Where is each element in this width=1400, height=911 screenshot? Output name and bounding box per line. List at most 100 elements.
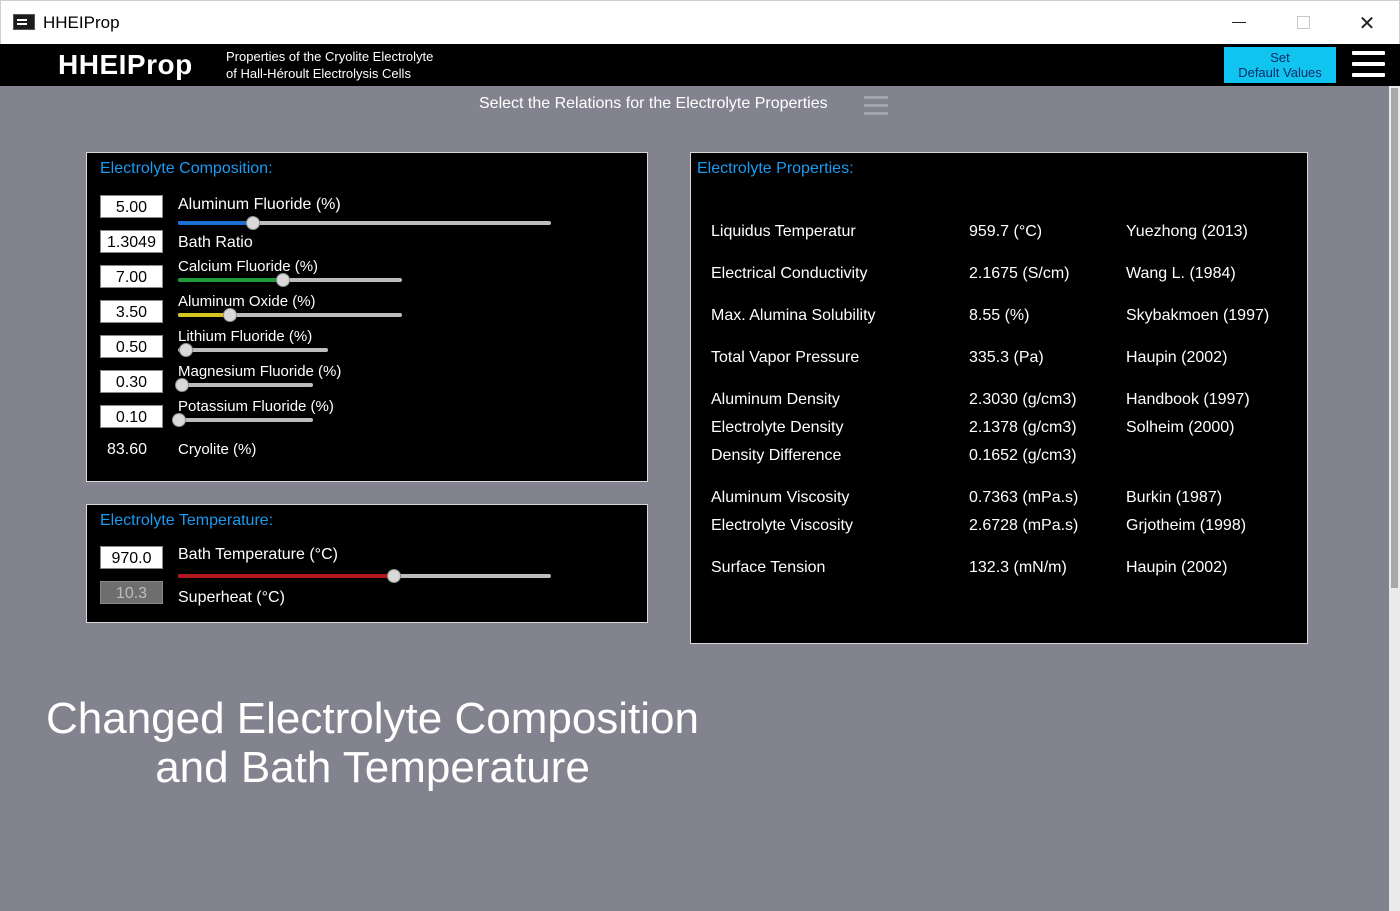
property-name: Surface Tension: [711, 559, 826, 576]
property-row: Aluminum Viscosity 0.7363 (mPa.s) Burkin (…: [711, 489, 1301, 511]
property-row: Liquidus Temperatur 959.7 (°C) Yuezhong (2…: [711, 223, 1301, 245]
property-ref: Grjotheim (1998): [1126, 517, 1247, 534]
window-title: HHEIProp: [43, 13, 120, 32]
temperature-title: Electrolyte Temperature:: [100, 512, 274, 529]
property-ref: Wang L. (1984): [1126, 265, 1236, 282]
cryolite-label: Cryolite (%): [178, 441, 257, 458]
cryolite-value: 83.60: [107, 441, 148, 458]
menu-line: [864, 104, 888, 107]
composition-title: Electrolyte Composition:: [100, 160, 273, 177]
property-name: Electrolyte Density: [711, 419, 844, 436]
property-ref: Yuezhong (2013): [1126, 223, 1248, 240]
temperature-panel: Electrolyte Temperature: 970.0 Bath Temp…: [86, 504, 648, 623]
property-value: 2.1675 (S/cm): [969, 265, 1070, 282]
property-row: Electrolyte Viscosity 2.6728 (mPa.s) Grjot…: [711, 517, 1301, 539]
mgf2-slider[interactable]: [175, 378, 313, 392]
close-icon: ✕: [1358, 10, 1376, 35]
bath-temperature-label: Bath Temperature (°C): [178, 546, 338, 563]
property-ref: Haupin (2002): [1126, 559, 1228, 576]
relations-menu-icon: [864, 96, 888, 99]
main-content: Select the Relations for the Electrolyte…: [0, 86, 1389, 911]
property-row: Density Difference 0.1652 (g/cm3): [711, 447, 1301, 469]
al2o3-input[interactable]: 3.50: [100, 300, 163, 323]
property-name: Density Difference: [711, 447, 842, 464]
property-name: Aluminum Viscosity: [711, 489, 850, 506]
menu-line: [864, 112, 888, 115]
app-name: HHEIProp: [58, 49, 193, 80]
composition-panel: Electrolyte Composition: 5.00 Aluminum F…: [86, 152, 648, 482]
bath-temperature-input[interactable]: 970.0: [100, 546, 163, 569]
mgf2-input[interactable]: 0.30: [100, 370, 163, 393]
property-row: Electrolyte Density 2.1378 (g/cm3) Solheim…: [711, 419, 1301, 441]
property-value: 2.1378 (g/cm3): [969, 419, 1077, 436]
property-name: Max. Alumina Solubility: [711, 307, 876, 324]
alf3-input[interactable]: 5.00: [100, 195, 163, 218]
set-default-values-button[interactable]: Set Default Values: [1224, 47, 1336, 83]
caption: Changed Electrolyte Composition and Bath…: [0, 694, 745, 792]
caf2-label: Calcium Fluoride (%): [178, 258, 319, 275]
lif-input[interactable]: 0.50: [100, 335, 163, 358]
property-ref: Haupin (2002): [1126, 349, 1228, 366]
bath-temperature-slider-thumb[interactable]: [387, 569, 401, 583]
property-name: Electrical Conductivity: [711, 265, 868, 282]
property-ref: Handbook (1997): [1126, 391, 1250, 408]
kf-input[interactable]: 0.10: [100, 405, 163, 428]
default-btn-line-2: Default Values: [1238, 65, 1322, 80]
property-row: Surface Tension 132.3 (mN/m) Haupin (2002): [711, 559, 1301, 581]
alf3-label: Aluminum Fluoride (%): [178, 196, 341, 213]
bath-ratio-label: Bath Ratio: [178, 234, 253, 251]
alf3-slider-thumb[interactable]: [246, 216, 260, 230]
maximize-button[interactable]: [1271, 1, 1335, 44]
kf-label: Potassium Fluoride (%): [178, 398, 334, 415]
properties-title: Electrolyte Properties:: [697, 160, 854, 177]
mgf2-slider-thumb[interactable]: [175, 378, 189, 392]
bath-temperature-slider[interactable]: [178, 569, 551, 583]
main-menu-button[interactable]: [1352, 51, 1385, 78]
caf2-input[interactable]: 7.00: [100, 265, 163, 288]
property-row: Max. Alumina Solubility 8.55 (%) Skybakmoe…: [711, 307, 1301, 329]
app-subtitle: Properties of the Cryolite Electrolyte o…: [226, 48, 433, 82]
kf-slider-thumb[interactable]: [172, 413, 186, 427]
subtitle-line-1: Properties of the Cryolite Electrolyte: [226, 49, 434, 64]
bath-temperature-slider-fill: [178, 574, 394, 578]
al2o3-label: Aluminum Oxide (%): [178, 293, 316, 310]
al2o3-slider-thumb[interactable]: [223, 308, 237, 322]
property-value: 0.1652 (g/cm3): [969, 447, 1077, 464]
hamburger-line: [1352, 73, 1385, 77]
mgf2-label: Magnesium Fluoride (%): [178, 363, 342, 380]
relations-label: Select the Relations for the Electrolyte…: [479, 95, 828, 112]
caf2-slider[interactable]: [178, 273, 402, 287]
property-value: 132.3 (mN/m): [969, 559, 1067, 576]
property-value: 335.3 (Pa): [969, 349, 1044, 366]
caf2-slider-thumb[interactable]: [276, 273, 290, 287]
kf-slider[interactable]: [172, 413, 313, 427]
relations-menu-button[interactable]: [864, 96, 888, 116]
window-close-button[interactable]: ✕: [1335, 1, 1399, 44]
superheat-value: 10.3: [100, 581, 163, 604]
property-name: Aluminum Density: [711, 391, 840, 408]
property-value: 2.6728 (mPa.s): [969, 517, 1079, 534]
al2o3-slider[interactable]: [178, 308, 402, 322]
property-name: Electrolyte Viscosity: [711, 517, 853, 534]
property-row: Electrical Conductivity 2.1675 (S/cm) Wang…: [711, 265, 1301, 287]
bath-ratio-input[interactable]: 1.3049: [100, 230, 163, 253]
caption-line-2: and Bath Temperature: [155, 743, 590, 792]
lif-slider-thumb[interactable]: [179, 343, 193, 357]
property-value: 2.3030 (g/cm3): [969, 391, 1077, 408]
hamburger-icon: [1352, 51, 1385, 55]
property-name: Total Vapor Pressure: [711, 349, 860, 366]
window-titlebar: HHEIProp ✕: [0, 0, 1400, 44]
lif-slider[interactable]: [178, 343, 328, 357]
minimize-button[interactable]: [1207, 1, 1271, 44]
property-row: Total Vapor Pressure 335.3 (Pa) Haupin (20…: [711, 349, 1301, 371]
lif-label: Lithium Fluoride (%): [178, 328, 313, 345]
caf2-slider-fill: [178, 278, 283, 282]
property-row: Aluminum Density 2.3030 (g/cm3) Handbook (…: [711, 391, 1301, 413]
alf3-slider-fill: [178, 221, 253, 225]
caption-line-1: Changed Electrolyte Composition: [45, 694, 700, 743]
minimize-icon: [1232, 22, 1246, 23]
app-header: ✕ HHEIProp Properties of the Cryolite El…: [0, 44, 1400, 124]
app-icon: [13, 14, 35, 30]
scrollbar-thumb[interactable]: [1391, 88, 1398, 588]
alf3-slider[interactable]: [178, 216, 551, 230]
